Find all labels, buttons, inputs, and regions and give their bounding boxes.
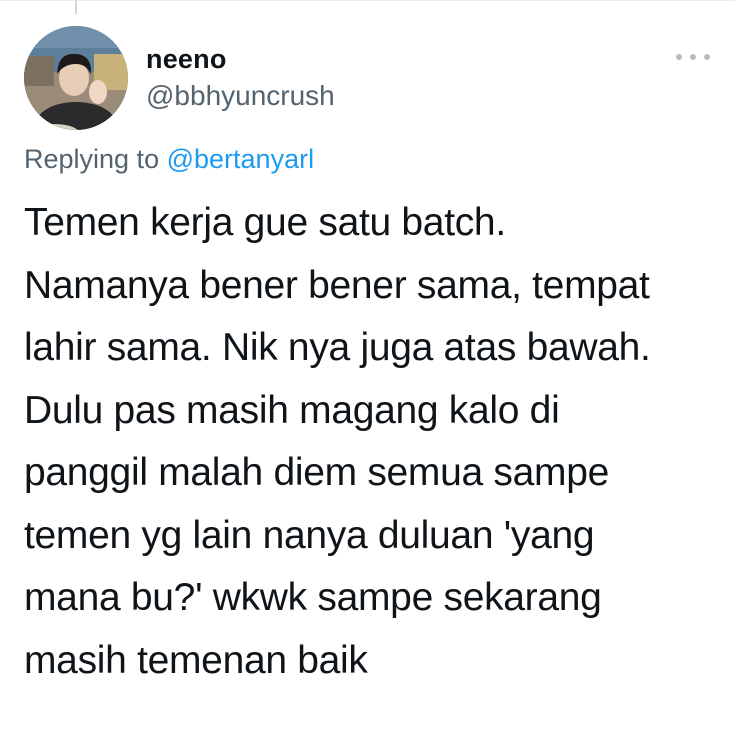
tweet-text-line: mana bu?' wkwk sampe sekarang — [24, 576, 602, 619]
tweet-text-line: Temen kerja gue satu batch. — [24, 201, 506, 244]
tweet-text-line: Dulu pas masih magang kalo di — [24, 388, 560, 432]
tweet-card[interactable]: neeno @bbhyuncrush Replying to @bertanya… — [0, 0, 735, 734]
thread-connector-line — [75, 0, 77, 14]
profile-photo-icon — [24, 26, 128, 130]
tweet-text-line: Namanya bener bener sama, tempat — [24, 263, 650, 307]
more-horizontal-icon — [676, 54, 682, 60]
tweet-text-line: panggil malah diem semua sampe — [24, 451, 609, 494]
replying-to-label: Replying to — [24, 144, 160, 174]
tweet-text-line: temen yg lain nanya duluan 'yang — [24, 513, 595, 557]
tweet-text: Temen kerja gue satu batch. Namanya bene… — [24, 192, 714, 692]
top-divider — [0, 0, 735, 1]
replying-to-context: Replying to @bertanyarl — [24, 144, 314, 175]
replying-to-mention-link[interactable]: @bertanyarl — [167, 144, 314, 174]
more-options-button[interactable] — [676, 46, 710, 68]
tweet-text-line: masih temenan baik — [24, 638, 368, 682]
tweet-text-line: lahir sama. Nik nya juga atas bawah. — [24, 326, 651, 369]
author-display-name[interactable]: neeno — [146, 44, 227, 75]
avatar[interactable] — [24, 26, 128, 130]
more-horizontal-icon-dot — [704, 54, 710, 60]
more-horizontal-icon-dot — [690, 54, 696, 60]
author-handle[interactable]: @bbhyuncrush — [146, 80, 335, 112]
